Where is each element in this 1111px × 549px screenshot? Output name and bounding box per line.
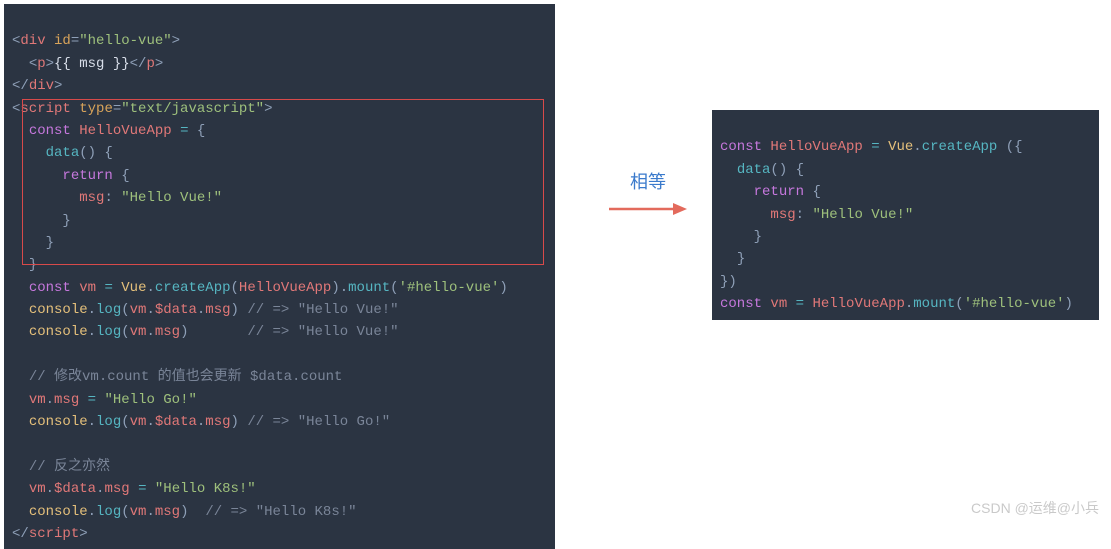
code-line: </div>: [12, 78, 62, 94]
code-line: const vm = Vue.createApp(HelloVueApp).mo…: [12, 280, 508, 296]
code-line: <p>{{ msg }}</p>: [12, 56, 163, 72]
code-line: }: [12, 213, 71, 229]
code-line: }): [720, 274, 737, 290]
code-line: [12, 347, 20, 363]
watermark: CSDN @运维@小兵: [971, 498, 1099, 518]
code-line: vm.msg = "Hello Go!": [12, 392, 197, 408]
code-line: }: [720, 229, 762, 245]
code-line: data() {: [12, 145, 113, 161]
code-line: console.log(vm.msg) // => "Hello Vue!": [12, 324, 399, 340]
code-line: return {: [12, 168, 130, 184]
code-line: const vm = HelloVueApp.mount('#hello-vue…: [720, 296, 1073, 312]
code-line: msg: "Hello Vue!": [720, 207, 913, 223]
code-line: console.log(vm.msg) // => "Hello K8s!": [12, 504, 357, 520]
code-line: msg: "Hello Vue!": [12, 190, 222, 206]
arrow-label: 相等: [607, 168, 689, 194]
code-line: [12, 436, 20, 452]
code-line: <script type="text/javascript">: [12, 101, 272, 117]
code-line: // 反之亦然: [12, 459, 110, 475]
equals-arrow: 相等: [607, 168, 689, 218]
code-line: data() {: [720, 162, 804, 178]
code-line: <div id="hello-vue">: [12, 33, 180, 49]
right-code-block: const HelloVueApp = Vue.createApp ({ dat…: [712, 110, 1099, 320]
code-line: return {: [720, 184, 821, 200]
code-line: }: [12, 257, 37, 273]
code-line: }: [12, 235, 54, 251]
code-line: const HelloVueApp = {: [12, 123, 205, 139]
code-line: vm.$data.msg = "Hello K8s!": [12, 481, 256, 497]
code-line: </script>: [12, 526, 88, 542]
arrow-icon: [607, 200, 689, 218]
code-line: }: [720, 251, 745, 267]
code-line: const HelloVueApp = Vue.createApp ({: [720, 139, 1023, 155]
code-line: console.log(vm.$data.msg) // => "Hello G…: [12, 414, 390, 430]
left-code-block: <div id="hello-vue"> <p>{{ msg }}</p> </…: [4, 4, 555, 549]
code-line: console.log(vm.$data.msg) // => "Hello V…: [12, 302, 399, 318]
code-line: // 修改vm.count 的值也会更新 $data.count: [12, 369, 342, 385]
